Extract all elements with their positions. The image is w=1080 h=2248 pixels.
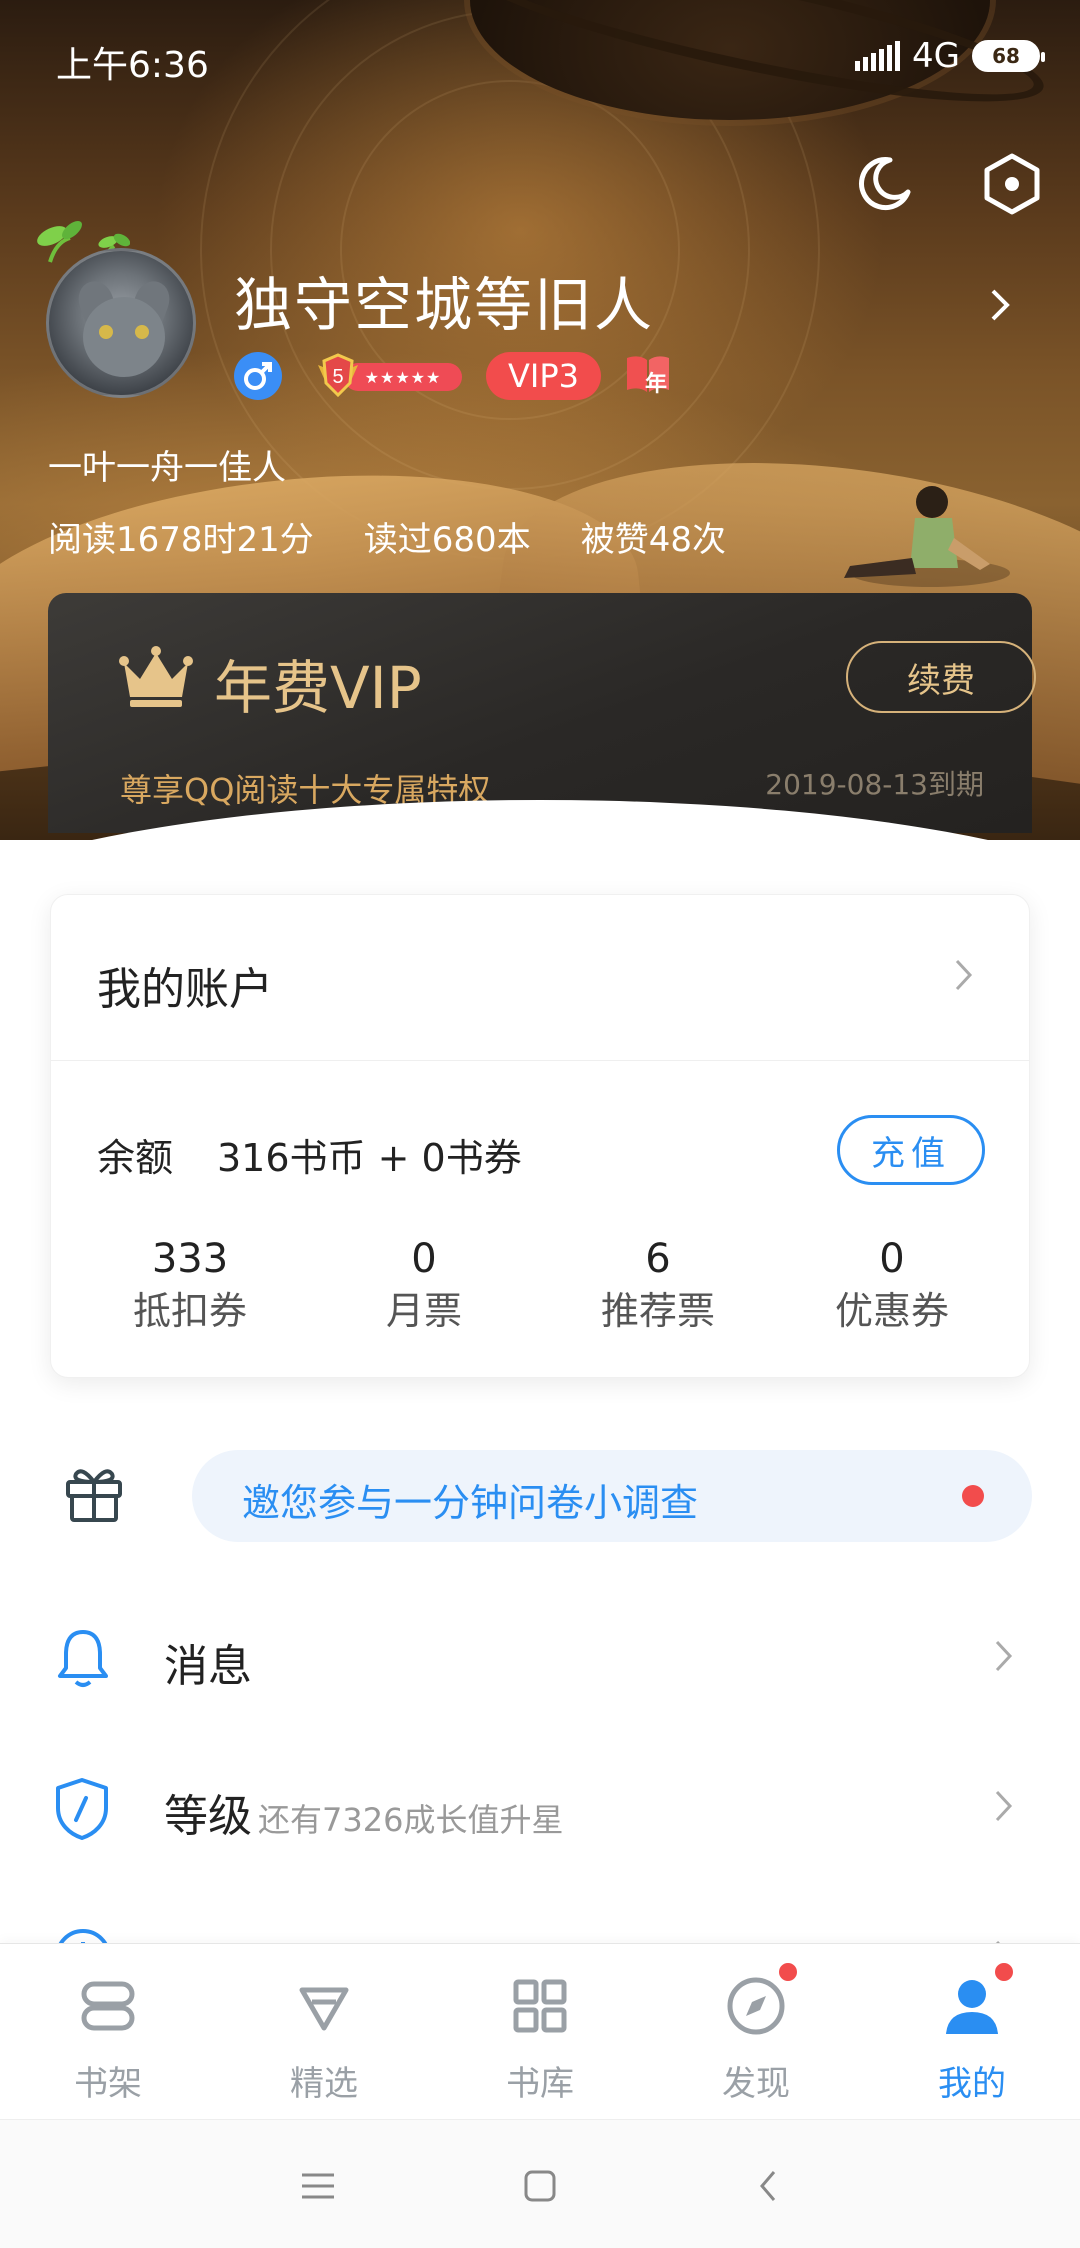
annual-book-badge[interactable]: 年 — [623, 352, 675, 400]
tab-featured[interactable]: 精选 — [216, 1944, 432, 2120]
ticket-value: 6 — [645, 1236, 671, 1282]
ticket-coupon[interactable]: 0 优惠券 — [775, 1235, 1009, 1339]
reader-figure-illustration — [844, 486, 1010, 587]
ticket-label: 优惠券 — [834, 1289, 949, 1333]
ticket-row: 333 抵扣券 0 月票 6 推荐票 0 优惠券 — [51, 1235, 1029, 1339]
account-card: 我的账户 余额 316书币 + 0书券 充值 333 抵扣券 0 月票 6 推荐… — [50, 894, 1030, 1378]
square-home-icon — [524, 2170, 556, 2202]
likes-stat: 被赞48次 — [580, 520, 726, 560]
bookshelf-icon — [81, 1981, 135, 2031]
system-nav-bar — [0, 2119, 1080, 2248]
signal-icon — [855, 41, 901, 71]
status-bar: 上午6:36 4G 68 — [0, 0, 1080, 120]
nickname[interactable]: 独守空城等旧人 — [234, 258, 654, 342]
status-indicators: 4G 68 — [855, 36, 1045, 76]
notification-dot — [776, 1960, 800, 1984]
compass-icon — [727, 1977, 785, 2035]
moon-icon — [859, 157, 911, 211]
tab-label: 发现 — [722, 2064, 790, 2104]
profile-header: 上午6:36 4G 68 独守空城等旧人 ★★★★★ 5 VIP3 年 一叶一舟… — [0, 0, 1080, 840]
vip-card[interactable]: 年费VIP 续费 尊享QQ阅读十大专属特权 2019-08-13到期 — [48, 593, 1036, 833]
ticket-label: 月票 — [385, 1289, 462, 1333]
user-icon — [946, 1980, 998, 2034]
tab-me[interactable]: 我的 — [864, 1944, 1080, 2120]
battery-level: 68 — [992, 44, 1020, 68]
menu-nav-button[interactable] — [288, 2156, 348, 2216]
status-time: 上午6:36 — [56, 45, 209, 86]
tab-label: 书架 — [74, 2064, 142, 2104]
shield-icon — [56, 1778, 108, 1840]
menu-item-label: 消息 — [164, 1641, 252, 1692]
notification-dot — [962, 1485, 984, 1507]
settings-button[interactable] — [976, 148, 1048, 220]
level-menu-title: 等级 — [164, 1791, 252, 1842]
tab-label: 书库 — [506, 2064, 574, 2104]
ticket-value: 333 — [151, 1236, 229, 1282]
bell-icon — [58, 1630, 108, 1687]
back-chevron-icon — [760, 2171, 776, 2201]
ticket-recommend[interactable]: 6 推荐票 — [541, 1235, 775, 1339]
chevron-right-icon — [995, 1640, 1013, 1672]
tab-label: 我的 — [938, 2064, 1006, 2104]
balance-label: 余额 — [97, 1136, 174, 1180]
level-badge[interactable]: ★★★★★ 5 — [304, 353, 464, 399]
badge-row: ★★★★★ 5 VIP3 年 — [234, 350, 675, 402]
gift-icon — [66, 1469, 122, 1522]
year-badge-label: 年 — [644, 372, 667, 397]
vip-expire-date: 2019-08-13到期 — [765, 768, 984, 801]
diamond-icon — [299, 1987, 349, 2031]
network-type: 4G — [912, 36, 960, 76]
grid-icon — [513, 1979, 567, 2033]
chevron-right-icon — [955, 959, 973, 991]
ticket-deduction[interactable]: 333 抵扣券 — [73, 1235, 307, 1339]
menu-item-messages[interactable]: 消息 — [0, 1596, 1080, 1716]
survey-banner[interactable]: 邀您参与一分钟问卷小调查 — [192, 1450, 1032, 1542]
reading-stats: 阅读1678时21分 读过680本 被赞48次 — [48, 512, 726, 561]
menu-item-level[interactable]: 等级 还有7326成长值升星 — [0, 1746, 1080, 1866]
avatar[interactable] — [46, 248, 196, 398]
bio: 一叶一舟一佳人 — [48, 448, 286, 488]
chevron-right-icon[interactable] — [985, 285, 1015, 325]
vip-level-badge[interactable]: VIP3 — [486, 352, 601, 400]
renew-button[interactable]: 续费 — [846, 641, 1036, 713]
tab-bookshelf[interactable]: 书架 — [0, 1944, 216, 2120]
night-mode-button[interactable] — [848, 148, 920, 220]
ticket-value: 0 — [879, 1236, 905, 1282]
bottom-tab-bar: 书架 精选 书库 发现 我的 — [0, 1943, 1080, 2119]
male-gender-icon — [234, 352, 282, 400]
ticket-label: 抵扣券 — [132, 1289, 247, 1333]
ticket-value: 0 — [411, 1236, 437, 1282]
notification-dot — [992, 1960, 1016, 1984]
menu-item-label: 等级 还有7326成长值升星 — [164, 1780, 563, 1844]
ticket-label: 推荐票 — [600, 1289, 715, 1333]
account-title: 我的账户 — [97, 964, 273, 1015]
tab-library[interactable]: 书库 — [432, 1944, 648, 2120]
top-up-button[interactable]: 充值 — [837, 1115, 985, 1185]
menu-lines-icon — [302, 2173, 334, 2199]
level-growth-hint: 还有7326成长值升星 — [258, 1801, 564, 1839]
reading-time-stat: 阅读1678时21分 — [48, 520, 314, 560]
ticket-monthly[interactable]: 0 月票 — [307, 1235, 541, 1339]
crown-icon — [119, 646, 193, 707]
tab-discover[interactable]: 发现 — [648, 1944, 864, 2120]
hexagon-settings-icon — [984, 153, 1040, 215]
back-nav-button[interactable] — [738, 2156, 798, 2216]
battery-icon: 68 — [972, 40, 1045, 72]
wing-shield-icon: 5 — [318, 353, 358, 398]
home-nav-button[interactable] — [510, 2156, 570, 2216]
vip-title: 年费VIP — [214, 654, 422, 722]
survey-text: 邀您参与一分钟问卷小调查 — [242, 1481, 699, 1525]
account-header[interactable]: 我的账户 — [51, 895, 1029, 1061]
level-number: 5 — [332, 366, 343, 388]
chevron-right-icon — [995, 1790, 1013, 1822]
balance-value: 316书币 + 0书券 — [217, 1136, 522, 1180]
books-read-stat: 读过680本 — [363, 520, 531, 560]
tab-label: 精选 — [290, 2064, 358, 2104]
